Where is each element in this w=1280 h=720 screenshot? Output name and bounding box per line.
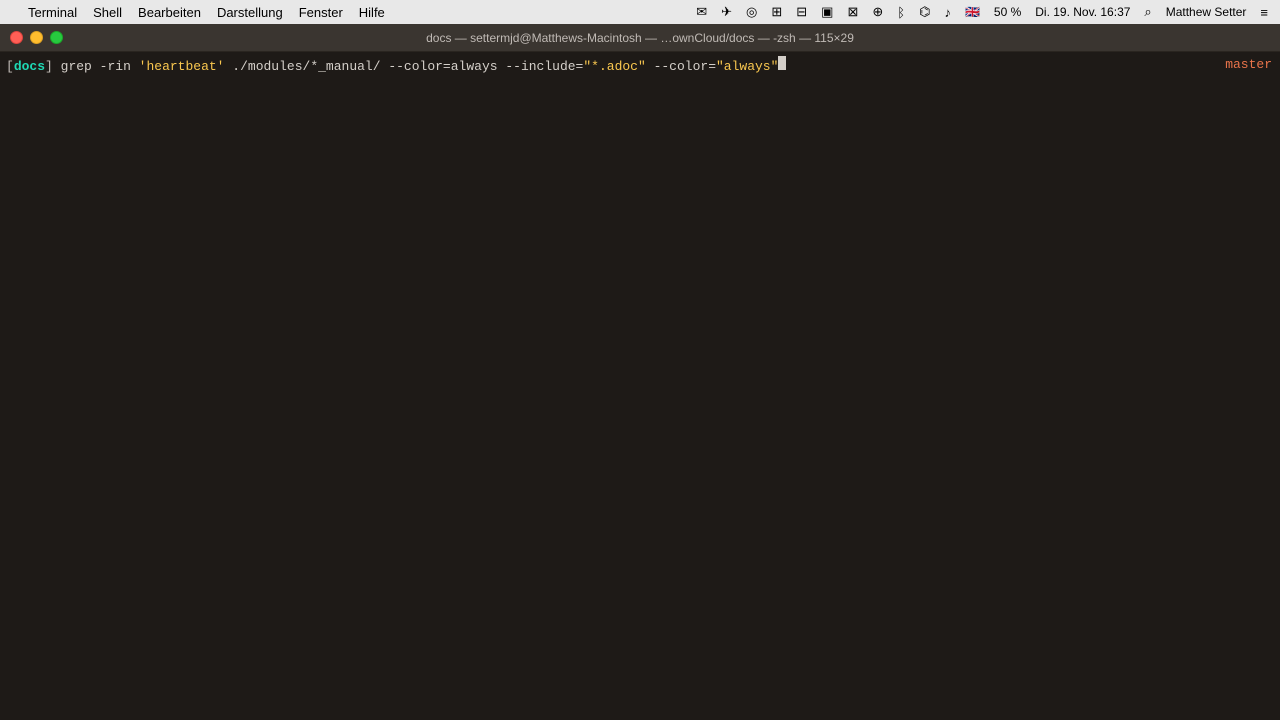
prompt-directory: docs: [14, 58, 45, 76]
menu-item-bearbeiten[interactable]: Bearbeiten: [130, 0, 209, 24]
mail-icon[interactable]: ✉: [692, 4, 711, 20]
menu-right: ✉ ✈ ◎ ⊞ ⊟ ▣ ⊠ ⊕ ᛒ ⌬ ♪ 🇬🇧 50 % Di. 19. No…: [692, 4, 1272, 20]
list-icon[interactable]: ≡: [1256, 5, 1272, 20]
grid-icon[interactable]: ⊟: [792, 4, 811, 20]
command-path: ./modules/*_manual/ --color=always --inc…: [225, 58, 584, 76]
menu-item-fenster[interactable]: Fenster: [291, 0, 351, 24]
prompt-bracket-open: [: [6, 58, 14, 76]
prompt-space: [53, 58, 61, 76]
menu-item-darstellung[interactable]: Darstellung: [209, 0, 291, 24]
command-always: "always": [716, 58, 778, 76]
timemachine-icon[interactable]: ⊕: [868, 4, 887, 20]
terminal-command-line: [docs] grep -rin 'heartbeat' ./modules/*…: [6, 56, 1274, 76]
close-button[interactable]: [10, 31, 23, 44]
menubar: Terminal Shell Bearbeiten Darstellung Fe…: [0, 0, 1280, 24]
battery-indicator[interactable]: 50 %: [990, 5, 1025, 19]
bluetooth-icon[interactable]: ᛒ: [893, 5, 909, 20]
airmail-icon[interactable]: ✈: [717, 4, 736, 20]
minimize-button[interactable]: [30, 31, 43, 44]
menu-item-hilfe[interactable]: Hilfe: [351, 0, 393, 24]
wifi-icon[interactable]: ⌬: [915, 4, 934, 20]
language-icon[interactable]: 🇬🇧: [961, 5, 984, 19]
titlebar-text: docs — settermjd@Matthews-Macintosh — …o…: [426, 31, 854, 45]
command-include: "*.adoc": [583, 58, 645, 76]
cursor: [778, 56, 786, 70]
menu-item-terminal[interactable]: Terminal: [20, 0, 85, 24]
menu-item-shell[interactable]: Shell: [85, 0, 130, 24]
command-color2: --color=: [646, 58, 716, 76]
user-display: Matthew Setter: [1162, 5, 1251, 19]
titlebar: docs — settermjd@Matthews-Macintosh — …o…: [0, 24, 1280, 52]
traffic-lights: [10, 31, 63, 44]
git-branch-indicator: master: [1225, 56, 1272, 74]
maximize-button[interactable]: [50, 31, 63, 44]
terminal-window[interactable]: [docs] grep -rin 'heartbeat' ./modules/*…: [0, 52, 1280, 720]
battery-percent: 50 %: [994, 5, 1021, 19]
search-icon[interactable]: ⌕: [1140, 4, 1155, 20]
app-icon-1[interactable]: ◎: [742, 4, 761, 20]
datetime-display: Di. 19. Nov. 16:37: [1031, 5, 1134, 19]
command-search-term: 'heartbeat': [139, 58, 225, 76]
app-icon-2[interactable]: ⊞: [767, 4, 786, 20]
monitor-icon[interactable]: ▣: [817, 4, 837, 20]
volume-icon[interactable]: ♪: [940, 5, 955, 20]
activity-icon[interactable]: ⊠: [843, 4, 862, 20]
prompt-bracket-close: ]: [45, 58, 53, 76]
command-grep: grep -rin: [61, 58, 139, 76]
